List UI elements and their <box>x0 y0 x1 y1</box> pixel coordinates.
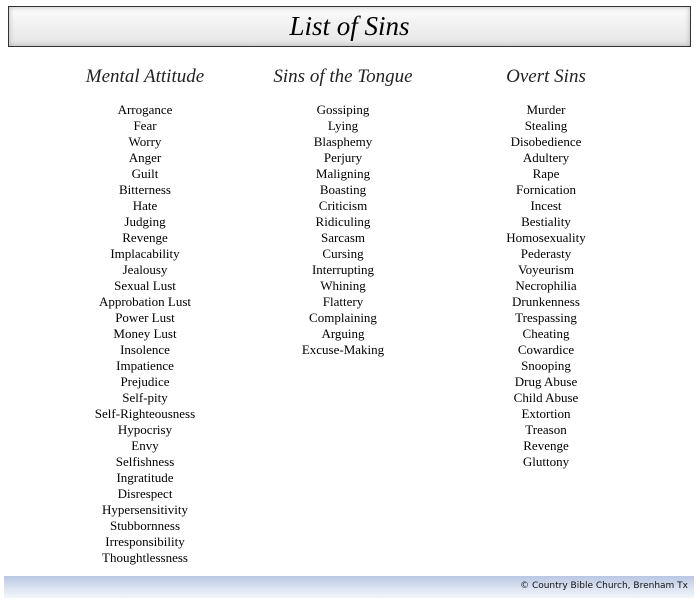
list-item: Jealousy <box>122 262 168 277</box>
list-item: Complaining <box>309 310 377 325</box>
list-item: Selfishness <box>115 454 175 469</box>
list-item: Necrophilia <box>515 278 577 293</box>
list-item: Pederasty <box>520 246 572 261</box>
list-item: Blasphemy <box>313 134 373 149</box>
list-item: Implacability <box>110 246 180 261</box>
column-overt-sins: Overt Sins Murder Stealing Disobedience Adu… <box>446 64 646 470</box>
list-item: Voyeurism <box>517 262 575 277</box>
column-mental-attitude: Mental Attitude Arrogance Fear Worry Anger G… <box>45 64 245 566</box>
list-item: Power Lust <box>115 310 175 325</box>
list-item: Arguing <box>321 326 365 341</box>
column-heading: Mental Attitude <box>85 66 205 87</box>
list-item: Self-pity <box>122 390 168 405</box>
list-item: Guilt <box>131 166 159 181</box>
sin-list: Arrogance Fear Worry Anger Guilt Bitterness Ha… <box>45 102 245 566</box>
list-item: Bestiality <box>521 214 571 229</box>
page-title: List of Sins <box>289 11 410 41</box>
list-item: Disrespect <box>117 486 173 501</box>
list-item: Cowardice <box>517 342 575 357</box>
list-item: Ridiculing <box>315 214 371 229</box>
list-item: Stealing <box>524 118 568 133</box>
list-item: Criticism <box>318 198 368 213</box>
list-item: Worry <box>128 134 162 149</box>
list-item: Sarcasm <box>320 230 366 245</box>
list-item: Snooping <box>521 358 571 373</box>
list-item: Cursing <box>322 246 364 261</box>
list-item: Irresponsibility <box>105 534 185 549</box>
list-item: Impatience <box>116 358 174 373</box>
list-item: Ingratitude <box>116 470 174 485</box>
list-item: Anger <box>128 150 162 165</box>
list-item: Murder <box>526 102 566 117</box>
list-item: Lying <box>327 118 359 133</box>
list-item: Arrogance <box>117 102 173 117</box>
list-item: Extortion <box>521 406 571 421</box>
sin-list: Murder Stealing Disobedience Adultery Rape Fo… <box>446 102 646 470</box>
list-item: Bitterness <box>119 182 171 197</box>
list-item: Cheating <box>522 326 570 341</box>
list-item: Incest <box>530 198 562 213</box>
list-item: Adultery <box>522 150 570 165</box>
list-item: Hypersensitivity <box>102 502 188 517</box>
list-item: Flattery <box>322 294 364 309</box>
list-item: Hypocrisy <box>117 422 173 437</box>
list-item: Hate <box>132 198 158 213</box>
column-heading: Overt Sins <box>506 66 586 87</box>
copyright-text: © Country Bible Church, Brenham Tx <box>520 581 688 591</box>
column-heading: Sins of the Tongue <box>273 66 413 87</box>
list-item: Prejudice <box>120 374 170 389</box>
list-item: Fear <box>133 118 157 133</box>
list-item: Stubbornness <box>109 518 181 533</box>
list-item: Gluttony <box>522 454 570 469</box>
list-item: Drunkenness <box>512 294 580 309</box>
list-item: Trespassing <box>515 310 577 325</box>
list-item: Boasting <box>319 182 367 197</box>
list-item: Homosexuality <box>506 230 586 245</box>
list-item: Revenge <box>523 438 569 453</box>
title-banner: List of Sins <box>8 6 691 47</box>
list-item: Whining <box>320 278 366 293</box>
list-item: Judging <box>124 214 166 229</box>
footer-bar: © Country Bible Church, Brenham Tx <box>4 576 694 598</box>
list-item: Perjury <box>323 150 363 165</box>
list-item: Thoughtlessness <box>102 550 188 565</box>
list-item: Interrupting <box>311 262 375 277</box>
list-item: Excuse-Making <box>301 342 385 357</box>
list-item: Disobedience <box>510 134 582 149</box>
list-item: Fornication <box>516 182 576 197</box>
list-item: Drug Abuse <box>514 374 578 389</box>
list-item: Self-Righteousness <box>94 406 196 421</box>
list-item: Approbation Lust <box>98 294 192 309</box>
list-item: Insolence <box>120 342 170 357</box>
list-item: Revenge <box>122 230 168 245</box>
list-item: Money Lust <box>113 326 177 341</box>
list-item: Rape <box>532 166 560 181</box>
list-item: Treason <box>525 422 567 437</box>
sin-list: Gossiping Lying Blasphemy Perjury Maligning B… <box>243 102 443 358</box>
list-item: Gossiping <box>316 102 370 117</box>
list-item: Maligning <box>315 166 371 181</box>
column-sins-of-the-tongue: Sins of the Tongue Gossiping Lying Blasphe… <box>243 64 443 358</box>
list-item: Child Abuse <box>513 390 579 405</box>
list-item: Envy <box>131 438 159 453</box>
list-item: Sexual Lust <box>114 278 176 293</box>
